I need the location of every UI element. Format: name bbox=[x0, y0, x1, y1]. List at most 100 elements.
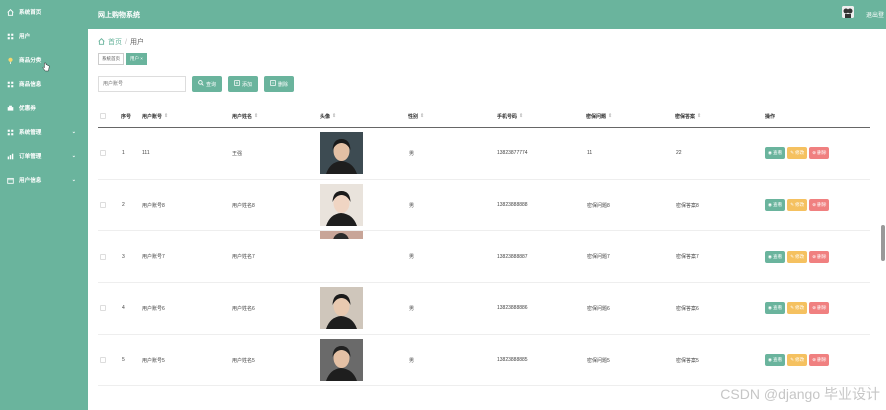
header-name[interactable]: 用户姓名 ⇕ bbox=[232, 113, 258, 120]
add-button[interactable]: 添加 bbox=[228, 76, 259, 92]
tab-tags: 系统首页 用户 × bbox=[98, 53, 147, 65]
view-button[interactable]: ◉ 查看 bbox=[765, 147, 786, 160]
logout-button[interactable]: 退出登 bbox=[866, 10, 884, 19]
cell-phone: 13823888888 bbox=[497, 202, 528, 209]
search-icon bbox=[198, 80, 204, 88]
edit-icon: ✎ bbox=[790, 253, 795, 259]
delete-button[interactable]: 删除 bbox=[264, 76, 295, 92]
table-body: 1 111 王强男 13823877774 11 22 ◉ 查看 ✎ 修改 ⊗ 删除 2 用户账号8 用户姓… bbox=[98, 128, 870, 387]
grid-icon bbox=[6, 128, 14, 136]
row-delete-button[interactable]: ⊗ 删除 bbox=[809, 147, 830, 160]
cell-question: 11 bbox=[587, 150, 593, 157]
cell-question: 密保问题5 bbox=[587, 357, 610, 364]
add-icon bbox=[234, 80, 240, 88]
cell-index: 1 bbox=[122, 150, 125, 157]
sort-icon: ⇕ bbox=[608, 113, 613, 119]
cell-answer: 密保答案8 bbox=[676, 202, 699, 209]
sidebar-item-label: 用户信息 bbox=[19, 178, 42, 184]
hand-cursor-icon bbox=[42, 62, 50, 72]
edit-button[interactable]: ✎ 修改 bbox=[787, 354, 808, 367]
view-button[interactable]: ◉ 查看 bbox=[765, 199, 786, 212]
cell-name: 用户姓名5 bbox=[232, 357, 255, 364]
sidebar-item-orders[interactable]: 订单管理 ⌄ bbox=[0, 144, 88, 168]
sidebar: 系统首页 用户 商品分类 商品信息 优惠券 系统管理 ⌄ 订单管理 ⌄ 用户信息… bbox=[0, 0, 88, 410]
sidebar-item-users[interactable]: 用户 bbox=[0, 24, 88, 48]
edit-button[interactable]: ✎ 修改 bbox=[787, 147, 808, 160]
cell-actions: ◉ 查看 ✎ 修改 ⊗ 删除 bbox=[765, 180, 830, 231]
sidebar-item-label: 商品信息 bbox=[19, 82, 42, 88]
header-avatar[interactable]: 头像 ⇕ bbox=[320, 113, 336, 120]
cell-question: 密保问题7 bbox=[587, 254, 610, 261]
cell-account: 用户账号7 bbox=[142, 254, 165, 261]
cell-account: 用户账号8 bbox=[142, 202, 165, 209]
cell-phone: 13823877774 bbox=[497, 150, 528, 157]
delete-icon: ⊗ bbox=[812, 305, 817, 311]
cell-phone: 13823888887 bbox=[497, 253, 528, 260]
ticket-icon bbox=[6, 104, 14, 112]
delete-button-label: 删除 bbox=[278, 81, 289, 88]
sidebar-item-system[interactable]: 系统管理 ⌄ bbox=[0, 120, 88, 144]
cell-gender: 男 bbox=[409, 357, 415, 364]
sidebar-item-label: 商品分类 bbox=[19, 58, 42, 64]
header-gender[interactable]: 性别 ⇕ bbox=[408, 113, 424, 120]
row-checkbox[interactable] bbox=[100, 283, 106, 334]
cell-index: 3 bbox=[122, 253, 125, 260]
cell-answer: 密保答案6 bbox=[676, 305, 699, 312]
cell-avatar bbox=[320, 335, 363, 386]
header-question[interactable]: 密保问题 ⇕ bbox=[586, 113, 612, 120]
tab-users[interactable]: 用户 × bbox=[126, 53, 147, 65]
row-delete-button[interactable]: ⊗ 删除 bbox=[809, 302, 830, 315]
sidebar-item-products[interactable]: 商品信息 bbox=[0, 72, 88, 96]
header-actions: 操作 bbox=[765, 113, 776, 120]
delete-icon bbox=[270, 80, 276, 88]
sidebar-item-home[interactable]: 系统首页 bbox=[0, 0, 88, 24]
grid-icon bbox=[6, 32, 14, 40]
eye-icon: ◉ bbox=[768, 202, 773, 208]
cell-account: 111 bbox=[142, 150, 150, 157]
select-all-checkbox[interactable] bbox=[100, 113, 106, 119]
view-button[interactable]: ◉ 查看 bbox=[765, 354, 786, 367]
row-delete-button[interactable]: ⊗ 删除 bbox=[809, 199, 830, 212]
avatar-photo bbox=[320, 231, 363, 240]
cell-avatar bbox=[320, 283, 363, 334]
eye-icon: ◉ bbox=[768, 357, 773, 363]
search-button[interactable]: 查询 bbox=[192, 76, 223, 92]
tab-home[interactable]: 系统首页 bbox=[98, 53, 124, 65]
delete-icon: ⊗ bbox=[812, 357, 817, 363]
edit-button[interactable]: ✎ 修改 bbox=[787, 250, 808, 263]
breadcrumb-current: 用户 bbox=[129, 39, 144, 46]
avatar[interactable] bbox=[842, 6, 854, 18]
header-answer[interactable]: 密保答案 ⇕ bbox=[675, 113, 701, 120]
view-button[interactable]: ◉ 查看 bbox=[765, 302, 786, 315]
cell-name: 王强 bbox=[232, 150, 243, 157]
avatar-photo bbox=[320, 339, 363, 382]
header-phone[interactable]: 手机号码 ⇕ bbox=[497, 113, 523, 120]
sort-icon: ⇕ bbox=[519, 113, 524, 119]
scrollbar[interactable] bbox=[881, 225, 885, 261]
edit-button[interactable]: ✎ 修改 bbox=[787, 199, 808, 212]
cell-question: 密保问题8 bbox=[587, 202, 610, 209]
view-button[interactable]: ◉ 查看 bbox=[765, 250, 786, 263]
cell-gender: 男 bbox=[409, 202, 415, 209]
edit-button[interactable]: ✎ 修改 bbox=[787, 302, 808, 315]
home-icon bbox=[6, 8, 14, 16]
app-title: 网上购物系统 bbox=[98, 12, 140, 19]
table-row: 4 用户账号6 用户姓名6 男 13823888886 密保问题6 密保答案6 ◉ 查看 ✎ 修改 ⊗… bbox=[98, 283, 870, 335]
grid-icon bbox=[6, 80, 14, 88]
cell-gender: 男 bbox=[409, 254, 415, 261]
sidebar-item-coupons[interactable]: 优惠券 bbox=[0, 96, 88, 120]
row-delete-button[interactable]: ⊗ 删除 bbox=[809, 250, 830, 263]
row-checkbox[interactable] bbox=[100, 335, 106, 386]
cell-avatar bbox=[320, 128, 363, 179]
sidebar-item-userinfo[interactable]: 用户信息 ⌄ bbox=[0, 168, 88, 192]
breadcrumb: 首页 / 用户 bbox=[98, 37, 144, 47]
row-checkbox[interactable] bbox=[100, 128, 106, 179]
search-input[interactable] bbox=[98, 76, 186, 92]
edit-icon: ✎ bbox=[790, 357, 795, 363]
row-checkbox[interactable] bbox=[100, 231, 106, 282]
watermark: CSDN @django 毕业设计 bbox=[720, 386, 880, 402]
header-account[interactable]: 用户账号 ⇕ bbox=[142, 113, 168, 120]
row-checkbox[interactable] bbox=[100, 180, 106, 231]
breadcrumb-home[interactable]: 首页 bbox=[108, 37, 122, 47]
row-delete-button[interactable]: ⊗ 删除 bbox=[809, 354, 830, 367]
